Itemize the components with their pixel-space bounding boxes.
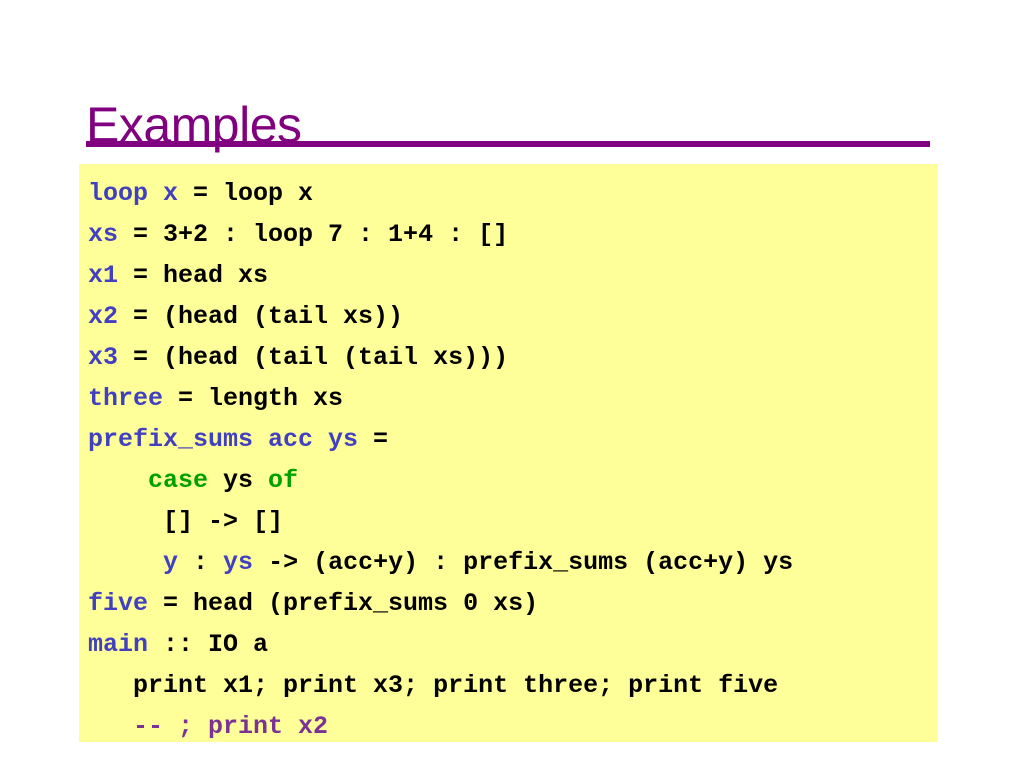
code-line: y : ys -> (acc+y) : prefix_sums (acc+y) … [79, 542, 938, 583]
code-token-def: five [88, 589, 149, 618]
code-line: x2 = (head (tail xs)) [79, 296, 938, 337]
code-token-def: three [88, 384, 164, 413]
slide: Examples loop x = loop x xs = 3+2 : loop … [0, 0, 1024, 768]
code-token-def: main [88, 630, 149, 659]
code-token-def: ys [223, 548, 254, 577]
code-token-keyword: of [268, 466, 299, 495]
code-token-keyword: case [148, 466, 209, 495]
code-line: print x1; print x3; print three; print f… [79, 665, 938, 706]
code-block: loop x = loop x xs = 3+2 : loop 7 : 1+4 :… [79, 164, 938, 742]
code-line: xs = 3+2 : loop 7 : 1+4 : [] [79, 214, 938, 255]
code-token-def: y [163, 548, 179, 577]
code-line: x1 = head xs [79, 255, 938, 296]
code-token-def: xs [88, 220, 119, 249]
code-line: five = head (prefix_sums 0 xs) [79, 583, 938, 624]
code-token-plain: = length xs [163, 384, 344, 413]
code-token-plain: = head xs [118, 261, 269, 290]
code-token-plain: : [178, 548, 224, 577]
code-token-plain: :: IO a [148, 630, 269, 659]
title-underline-rule [86, 141, 930, 147]
code-token-plain: ys [208, 466, 269, 495]
code-token-plain: = (head (tail xs)) [118, 302, 404, 331]
code-token-plain: = head (prefix_sums 0 xs) [148, 589, 539, 618]
code-line: [] -> [] [79, 501, 938, 542]
code-line: main :: IO a [79, 624, 938, 665]
code-token-comment: -- ; print x2 [133, 712, 329, 741]
code-line: prefix_sums acc ys = [79, 419, 938, 460]
code-token-plain: print x1; print x3; print three; print f… [133, 671, 779, 700]
code-token-plain: [] -> [] [163, 507, 284, 536]
code-token-def: prefix_sums acc ys [88, 425, 359, 454]
code-token-def: x1 [88, 261, 119, 290]
code-line: case ys of [79, 460, 938, 501]
code-line: loop x = loop x [79, 173, 938, 214]
code-token-plain: -> (acc+y) : prefix_sums (acc+y) ys [253, 548, 794, 577]
code-token-def: x3 [88, 343, 119, 372]
code-token-plain: = 3+2 : loop 7 : 1+4 : [] [118, 220, 509, 249]
code-token-def: x2 [88, 302, 119, 331]
code-token-plain: = (head (tail (tail xs))) [118, 343, 509, 372]
code-token-plain: = loop x [178, 179, 314, 208]
code-token-plain: = [358, 425, 389, 454]
code-line: -- ; print x2 [79, 706, 938, 742]
code-line: three = length xs [79, 378, 938, 419]
code-token-def: loop x [88, 179, 179, 208]
code-line: x3 = (head (tail (tail xs))) [79, 337, 938, 378]
